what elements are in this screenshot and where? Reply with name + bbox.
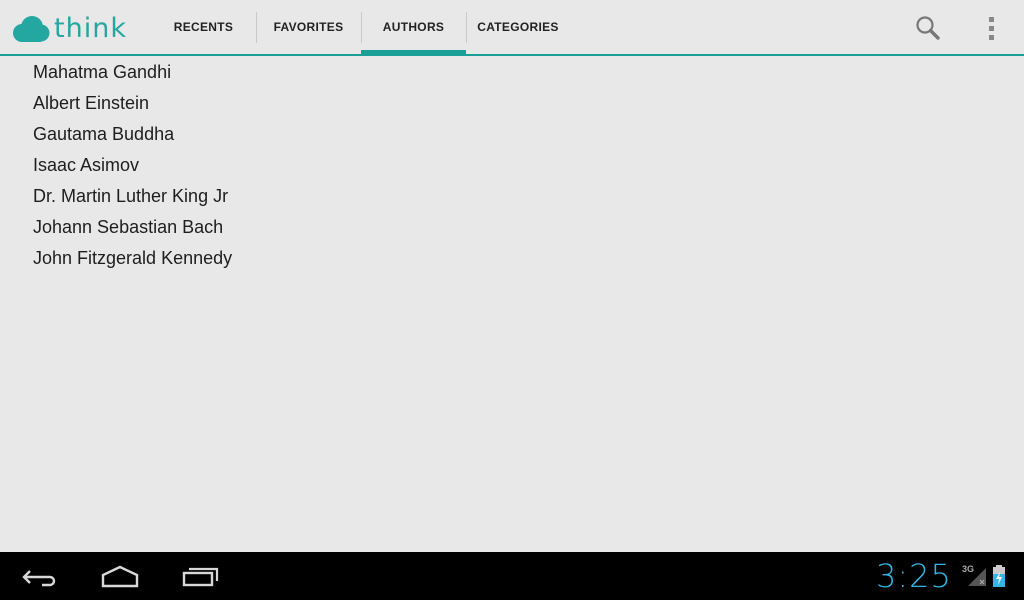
tab-recents[interactable]: RECENTS bbox=[151, 0, 256, 54]
overflow-menu-button[interactable] bbox=[980, 12, 1004, 44]
home-icon bbox=[101, 565, 139, 588]
app-logo[interactable]: think bbox=[12, 14, 127, 44]
search-icon bbox=[916, 16, 940, 40]
back-button[interactable] bbox=[20, 562, 60, 590]
back-arrow-icon bbox=[22, 570, 56, 587]
overflow-menu-icon bbox=[989, 17, 994, 40]
list-item[interactable]: Mahatma Gandhi bbox=[0, 57, 1024, 88]
list-item[interactable]: Johann Sebastian Bach bbox=[0, 212, 1024, 243]
list-item[interactable]: Isaac Asimov bbox=[0, 150, 1024, 181]
app-window: think RECENTS FAVORITES AUTHORS CATEGORI… bbox=[0, 0, 1024, 600]
status-clock: 3:25 bbox=[876, 557, 952, 595]
list-item[interactable]: Albert Einstein bbox=[0, 88, 1024, 119]
recent-apps-button[interactable] bbox=[180, 562, 220, 590]
search-button[interactable] bbox=[912, 12, 944, 44]
home-button[interactable] bbox=[100, 562, 140, 590]
tab-bar: RECENTS FAVORITES AUTHORS CATEGORIES bbox=[151, 0, 570, 55]
cloud-logo-icon bbox=[13, 16, 50, 42]
tab-label: RECENTS bbox=[173, 20, 234, 34]
tab-authors[interactable]: AUTHORS bbox=[361, 0, 466, 55]
authors-list: Mahatma Gandhi Albert Einstein Gautama B… bbox=[0, 57, 1024, 274]
list-item[interactable]: John Fitzgerald Kennedy bbox=[0, 243, 1024, 274]
list-item[interactable]: Gautama Buddha bbox=[0, 119, 1024, 150]
battery-charging-icon bbox=[993, 565, 1005, 587]
system-navigation-bar: 3:25 3G bbox=[0, 552, 1024, 600]
list-item[interactable]: Dr. Martin Luther King Jr bbox=[0, 181, 1024, 212]
tab-categories[interactable]: CATEGORIES bbox=[466, 0, 570, 54]
signal-strength-icon bbox=[968, 568, 986, 586]
tab-label: AUTHORS bbox=[382, 20, 445, 34]
tab-label: CATEGORIES bbox=[477, 20, 559, 34]
action-bar: think RECENTS FAVORITES AUTHORS CATEGORI… bbox=[0, 0, 1024, 56]
tab-favorites[interactable]: FAVORITES bbox=[256, 0, 361, 54]
app-logo-text: think bbox=[54, 13, 127, 44]
recent-apps-icon bbox=[182, 567, 219, 587]
tab-label: FAVORITES bbox=[273, 20, 344, 34]
